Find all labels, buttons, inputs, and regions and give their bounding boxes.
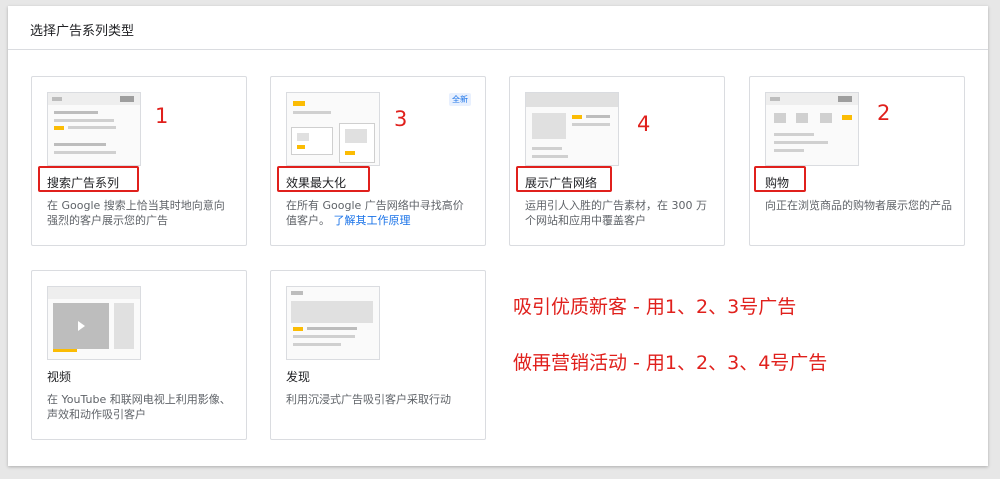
new-badge: 全新 [449, 93, 471, 106]
card-shopping[interactable]: 购物 向正在浏览商品的购物者展示您的产品 [749, 76, 965, 246]
video-thumbnail [47, 286, 141, 360]
performance-max-thumbnail [286, 92, 380, 166]
card-search[interactable]: 搜索广告系列 在 Google 搜索上恰当其时地向意向强烈的客户展示您的广告 [31, 76, 247, 246]
annotation-box-shopping [754, 166, 806, 192]
discovery-thumbnail [286, 286, 380, 360]
card-description: 在所有 Google 广告网络中寻找高价值客户。 了解其工作原理 [286, 198, 474, 228]
card-description: 在 YouTube 和联网电视上利用影像、声效和动作吸引客户 [47, 393, 231, 421]
card-description: 运用引人入胜的广告素材，在 300 万个网站和应用中覆盖客户 [525, 199, 707, 227]
annotation-number-search: 1 [155, 104, 169, 128]
note-new-customers: 吸引优质新客 - 用1、2、3号广告 [513, 296, 797, 318]
annotation-box-performance-max [277, 166, 370, 192]
display-thumbnail [525, 92, 619, 166]
learn-how-it-works-link[interactable]: 了解其工作原理 [334, 214, 411, 227]
shopping-thumbnail [765, 92, 859, 166]
card-video[interactable]: 视频 在 YouTube 和联网电视上利用影像、声效和动作吸引客户 [31, 270, 247, 440]
card-display[interactable]: 展示广告网络 运用引人入胜的广告素材，在 300 万个网站和应用中覆盖客户 [509, 76, 725, 246]
panel-header: 选择广告系列类型 [8, 6, 988, 50]
card-description: 利用沉浸式广告吸引客户采取行动 [286, 393, 451, 406]
annotation-number-performance-max: 3 [394, 107, 408, 131]
card-performance-max[interactable]: 全新 效果最大化 在所有 Google 广告网络中寻找高价值客户。 了解其工作原… [270, 76, 486, 246]
campaign-type-panel: 选择广告系列类型 搜索广告系列 在 Google 搜索上恰当其时地向意向强烈的客… [8, 6, 988, 466]
card-discovery[interactable]: 发现 利用沉浸式广告吸引客户采取行动 [270, 270, 486, 440]
card-description: 在 Google 搜索上恰当其时地向意向强烈的客户展示您的广告 [47, 199, 225, 227]
annotation-box-display [516, 166, 612, 192]
annotation-number-shopping: 2 [877, 101, 891, 125]
annotation-number-display: 4 [637, 112, 651, 136]
panel-title: 选择广告系列类型 [30, 24, 135, 39]
card-description: 向正在浏览商品的购物者展示您的产品 [765, 199, 952, 212]
search-thumbnail [47, 92, 141, 166]
play-icon [78, 321, 85, 331]
note-remarketing: 做再营销活动 - 用1、2、3、4号广告 [513, 352, 828, 374]
card-title: 视频 [47, 370, 72, 384]
annotation-box-search [38, 166, 139, 192]
card-title: 发现 [286, 370, 311, 384]
